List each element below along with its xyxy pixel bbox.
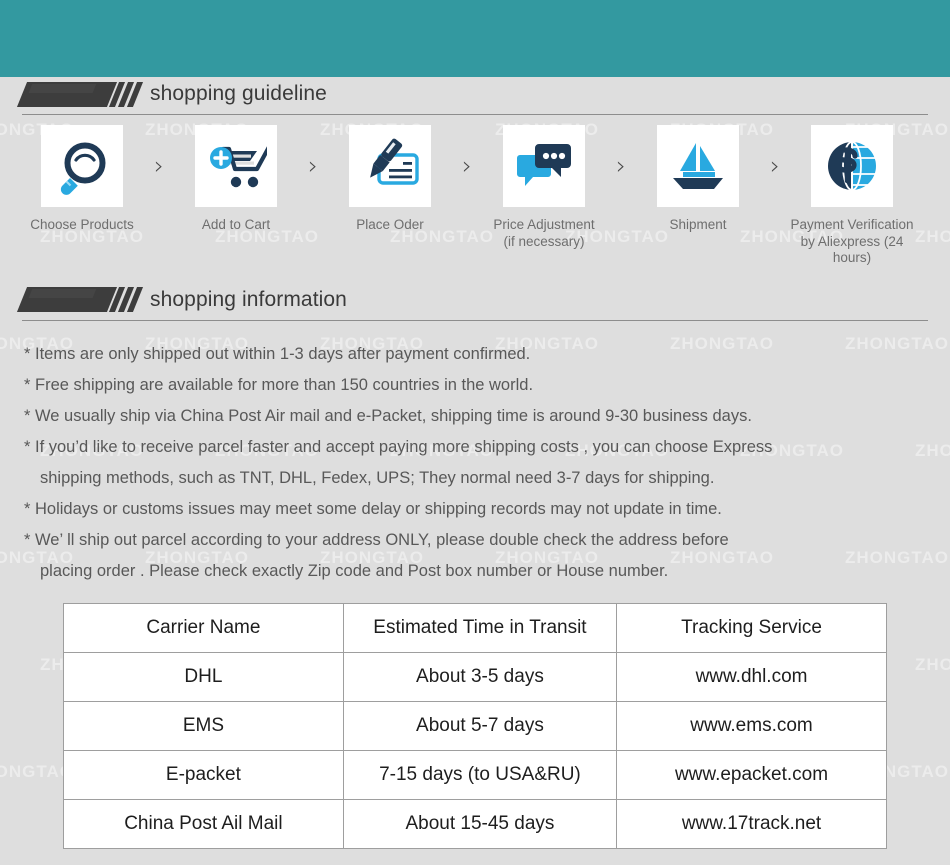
information-line: * We usually ship via China Post Air mai… (24, 406, 752, 425)
section-header-guideline: shopping guideline (16, 77, 928, 119)
tracking-url-cell[interactable]: www.dhl.com (616, 651, 887, 702)
dollar-globe-icon (811, 125, 893, 207)
table-row: China Post Ail Mail About 15-45 days www.1… (63, 798, 887, 849)
page-content: shopping guideline Choose Products › Add … (0, 77, 950, 849)
step-label: Choose Products (30, 217, 134, 232)
information-line: * If you’d like to receive parcel faster… (24, 437, 773, 456)
header-divider-2 (22, 319, 928, 321)
table-cell: About 15-45 days (342, 798, 618, 849)
step-chevron-icon: › (616, 151, 626, 180)
guideline-step: Shipment (634, 125, 762, 234)
magnifier-icon (41, 125, 123, 207)
pen-check-icon (349, 125, 431, 207)
step-label: Payment Verification by Aliexpress (24 h… (790, 217, 914, 265)
guideline-title: shopping guideline (150, 82, 327, 105)
table-cell: DHL (63, 651, 344, 702)
tracking-url-cell[interactable]: www.17track.net (616, 798, 887, 849)
table-header-row: Carrier Name Estimated Time in Transit Tra… (63, 602, 887, 653)
guideline-step: Price Adjustment (if necessary) (480, 125, 608, 250)
information-line: shipping methods, such as TNT, DHL, Fede… (40, 468, 715, 487)
information-line: * Free shipping are available for more t… (24, 375, 534, 394)
information-line: * Items are only shipped out within 1-3 … (24, 344, 531, 363)
sailboat-icon (657, 125, 739, 207)
table-cell: China Post Ail Mail (63, 798, 344, 849)
information-line: placing order . Please check exactly Zip… (40, 561, 669, 580)
step-label: Place Oder (356, 217, 424, 232)
tracking-url-cell[interactable]: www.ems.com (616, 700, 887, 751)
top-teal-banner (0, 0, 950, 77)
table-cell: About 3-5 days (342, 651, 618, 702)
table-row: E-packet 7-15 days (to USA&RU) www.epacket… (63, 749, 887, 800)
table-header-cell: Tracking Service (616, 602, 887, 653)
carrier-table-wrapper: Carrier Name Estimated Time in Transit Tra… (63, 602, 887, 849)
table-row: EMS About 5-7 days www.ems.com (63, 700, 887, 751)
guideline-step: Payment Verification by Aliexpress (24 h… (788, 125, 916, 267)
information-bullet-list: * Items are only shipped out within 1-3 … (0, 339, 950, 587)
step-chevron-icon: › (770, 151, 780, 180)
add-to-cart-icon (195, 125, 277, 207)
step-chevron-icon: › (154, 151, 164, 180)
guideline-step: Place Oder (326, 125, 454, 234)
step-chevron-icon: › (308, 151, 318, 180)
table-cell: About 5-7 days (342, 700, 618, 751)
information-title: shopping information (150, 287, 347, 311)
guideline-step: Choose Products (18, 125, 146, 234)
table-row: DHL About 3-5 days www.dhl.com (63, 651, 887, 702)
table-header-cell: Carrier Name (63, 602, 344, 653)
tracking-url-cell[interactable]: www.epacket.com (616, 749, 887, 800)
table-cell: 7-15 days (to USA&RU) (342, 749, 618, 800)
banner-arrow-graphic (16, 81, 144, 107)
header-divider (22, 114, 928, 115)
banner-arrow-graphic-2 (16, 287, 144, 312)
guideline-steps: Choose Products › Add to Cart › Place Oder… (0, 125, 950, 267)
guideline-step: Add to Cart (172, 125, 300, 234)
chat-bubbles-icon (503, 125, 585, 207)
table-cell: EMS (63, 700, 344, 751)
step-chevron-icon: › (462, 151, 472, 180)
step-label: Add to Cart (201, 217, 271, 232)
table-cell: E-packet (63, 749, 344, 800)
table-header-cell: Estimated Time in Transit (342, 602, 618, 653)
section-header-information: shopping information (16, 283, 928, 325)
information-line: * Holidays or customs issues may meet so… (24, 499, 722, 518)
step-label: Shipment (669, 217, 727, 232)
step-label: Price Adjustment (if necessary) (493, 217, 595, 249)
carrier-table: Carrier Name Estimated Time in Transit Tra… (63, 602, 887, 849)
information-line: * We’ ll ship out parcel according to yo… (24, 530, 729, 549)
